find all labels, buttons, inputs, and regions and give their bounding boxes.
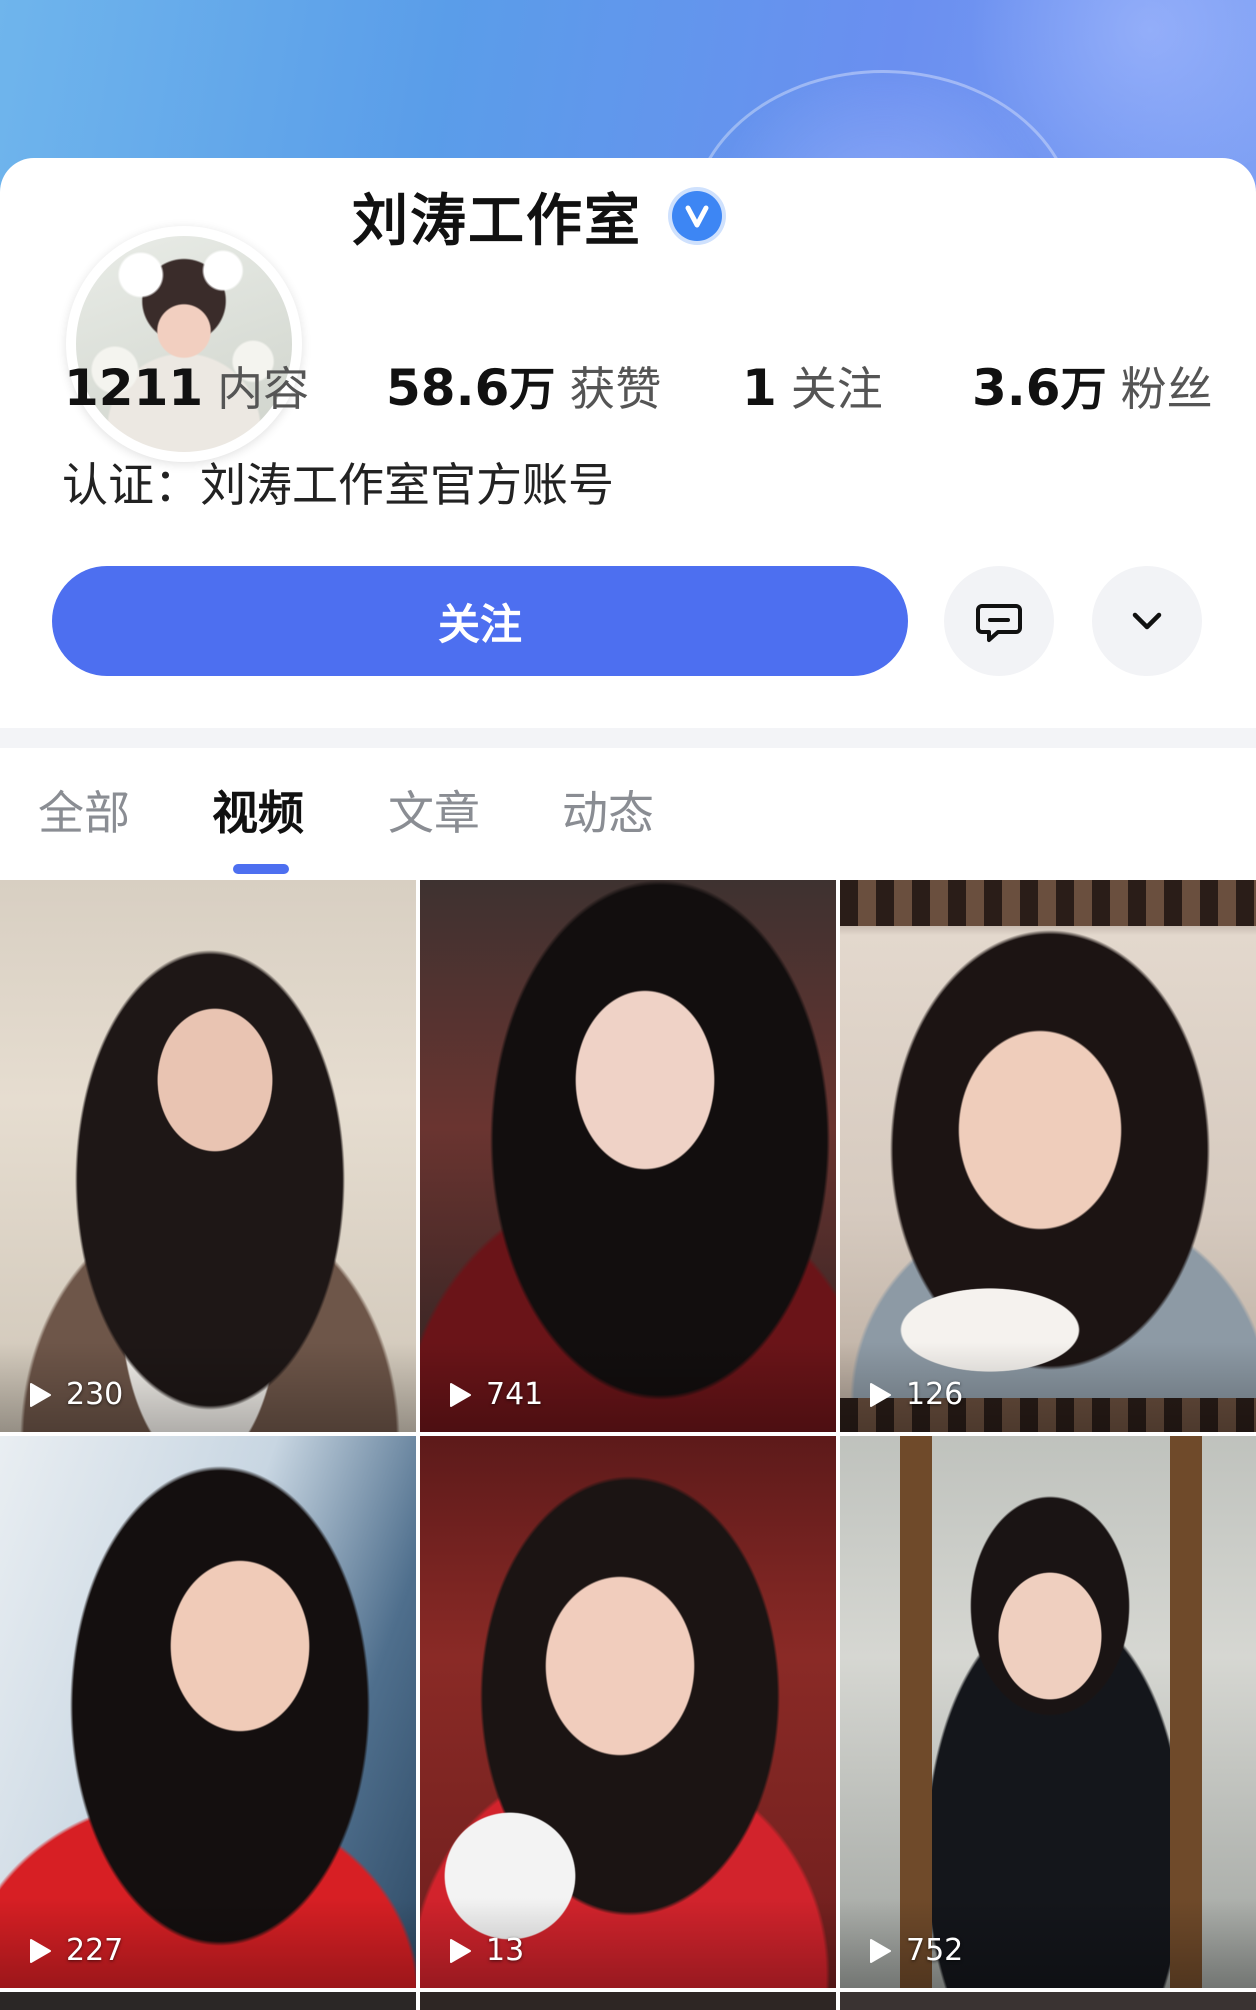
play-icon <box>450 1382 471 1407</box>
tab-article[interactable]: 文章 <box>388 778 480 848</box>
tab-activity[interactable]: 动态 <box>562 778 654 848</box>
play-count: 126 <box>868 1377 963 1412</box>
stat-following-label: 关注 <box>790 362 883 416</box>
play-icon <box>450 1938 471 1963</box>
video-grid: 230 741 126 227 13 752 <box>0 880 1256 2010</box>
section-divider <box>0 728 1256 748</box>
tab-video[interactable]: 视频 <box>212 778 304 848</box>
stat-content[interactable]: 1211 内容 <box>64 348 309 428</box>
play-count-value: 126 <box>906 1377 964 1412</box>
tab-all[interactable]: 全部 <box>38 778 130 848</box>
play-count-value: 752 <box>906 1933 964 1968</box>
play-count: 741 <box>448 1377 543 1412</box>
active-tab-indicator <box>233 864 289 874</box>
certification-text: 认证：刘涛工作室官方账号 <box>62 458 614 512</box>
content-tabs: 全部 视频 文章 动态 <box>0 748 1256 880</box>
next-row-peek <box>0 1992 1256 2010</box>
stat-likes[interactable]: 58.6 万 获赞 <box>386 348 661 428</box>
play-icon <box>870 1382 891 1407</box>
play-count: 227 <box>28 1933 123 1968</box>
stat-fans-value: 3.6 <box>972 359 1061 417</box>
video-thumbnail[interactable]: 741 <box>420 880 836 1432</box>
stat-following[interactable]: 1 关注 <box>742 348 883 428</box>
profile-name: 刘涛工作室 <box>352 188 642 254</box>
more-options-button[interactable] <box>1092 566 1202 676</box>
stat-fans-label: 粉丝 <box>1120 362 1213 416</box>
video-thumbnail[interactable]: 13 <box>420 1436 836 1988</box>
stat-likes-value: 58.6 <box>386 359 510 417</box>
play-count: 13 <box>448 1933 524 1968</box>
play-count: 230 <box>28 1377 123 1412</box>
stat-following-value: 1 <box>742 359 777 417</box>
play-count-value: 13 <box>486 1933 525 1968</box>
chevron-down-icon <box>1132 612 1162 630</box>
follow-button[interactable]: 关注 <box>52 566 908 676</box>
play-icon <box>870 1938 891 1963</box>
profile-name-row: 刘涛工作室 <box>352 176 722 256</box>
video-thumbnail[interactable]: 230 <box>0 880 416 1432</box>
video-thumbnail[interactable]: 126 <box>840 880 1256 1432</box>
profile-card: 刘涛工作室 1211 内容 58.6 万 获赞 1 关注 3.6 万 粉丝 认证… <box>0 158 1256 728</box>
video-thumbnail[interactable]: 227 <box>0 1436 416 1988</box>
play-count-value: 230 <box>66 1377 124 1412</box>
stat-likes-unit: 万 <box>509 362 556 416</box>
stat-content-label: 内容 <box>217 362 310 416</box>
message-icon <box>976 604 1022 642</box>
stat-content-value: 1211 <box>64 359 204 417</box>
stat-fans-unit: 万 <box>1060 362 1107 416</box>
stat-fans[interactable]: 3.6 万 粉丝 <box>972 348 1213 428</box>
play-count-value: 227 <box>66 1933 124 1968</box>
play-icon <box>30 1382 51 1407</box>
profile-stats: 1211 内容 58.6 万 获赞 1 关注 3.6 万 粉丝 <box>0 348 1256 428</box>
play-icon <box>30 1938 51 1963</box>
verified-v-icon <box>672 191 722 241</box>
message-button[interactable] <box>944 566 1054 676</box>
video-thumbnail[interactable]: 752 <box>840 1436 1256 1988</box>
play-count: 752 <box>868 1933 963 1968</box>
play-count-value: 741 <box>486 1377 544 1412</box>
stat-likes-label: 获赞 <box>569 362 662 416</box>
